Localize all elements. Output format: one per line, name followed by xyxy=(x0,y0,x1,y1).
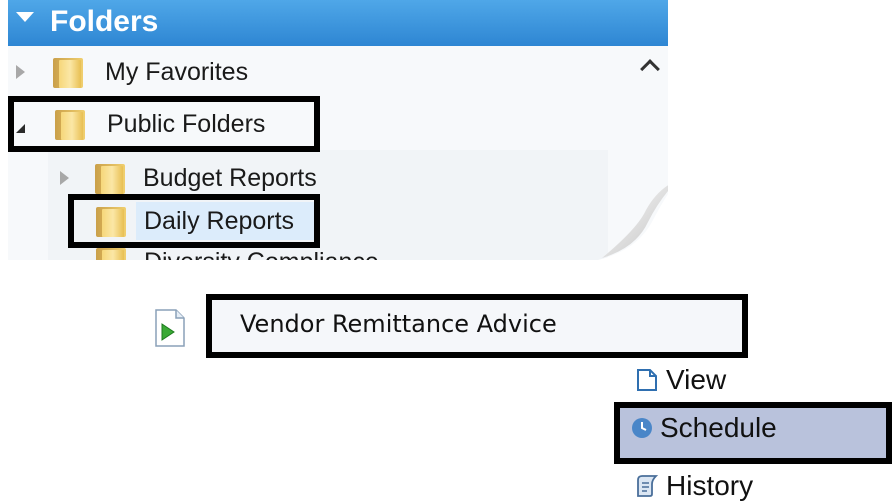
tree-item-label: Diversity Compliance xyxy=(144,248,379,261)
folder-icon xyxy=(96,246,126,260)
tree-item-my-favorites[interactable]: My Favorites xyxy=(14,50,248,94)
folders-header[interactable]: Folders xyxy=(8,0,668,46)
report-row[interactable]: Vendor Remittance Advice xyxy=(206,294,748,358)
menu-item-view[interactable]: View xyxy=(636,364,726,396)
page-curl-decoration xyxy=(598,185,668,260)
collapse-arrow-icon[interactable] xyxy=(16,12,34,22)
highlight-public-folders xyxy=(8,96,320,152)
report-run-icon[interactable] xyxy=(152,308,188,348)
menu-item-schedule[interactable]: Schedule xyxy=(630,412,777,444)
menu-item-history[interactable]: History xyxy=(634,470,753,502)
menu-label: View xyxy=(666,364,727,395)
expand-arrow-icon[interactable] xyxy=(60,171,69,185)
menu-label: History xyxy=(666,470,754,501)
history-icon xyxy=(637,475,659,497)
scroll-up-icon[interactable] xyxy=(640,58,662,78)
folder-icon xyxy=(53,56,83,88)
report-name[interactable]: Vendor Remittance Advice xyxy=(240,310,557,338)
folder-icon xyxy=(95,162,125,194)
folders-title: Folders xyxy=(50,5,159,38)
view-page-icon xyxy=(637,369,657,391)
clock-icon xyxy=(632,418,652,438)
tree-item-label: My Favorites xyxy=(105,57,249,86)
expand-arrow-icon[interactable] xyxy=(16,65,25,79)
menu-label: Schedule xyxy=(660,412,777,443)
tree-item-label: Budget Reports xyxy=(143,163,317,192)
highlight-daily-reports xyxy=(68,194,320,248)
